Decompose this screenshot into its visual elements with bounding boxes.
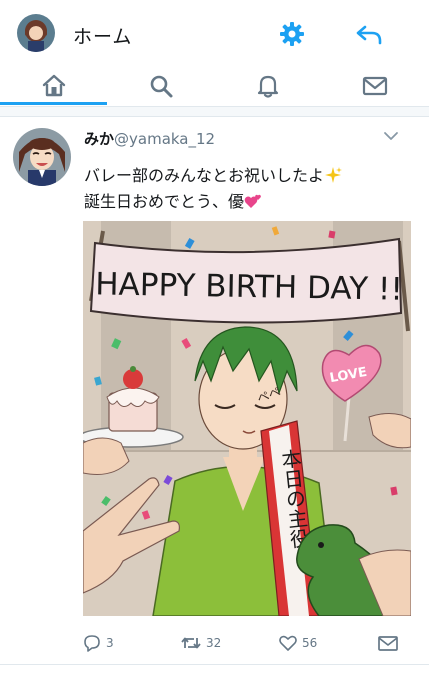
two-hearts-icon — [244, 194, 261, 208]
tweet-header: みか@yamaka_12 — [84, 128, 215, 149]
author-name[interactable]: みか — [84, 130, 114, 148]
heart-icon — [279, 635, 297, 651]
retweet-button[interactable]: 32 — [180, 628, 221, 658]
mail-icon — [378, 636, 398, 651]
top-bar: ホーム — [0, 0, 429, 68]
mail-icon — [362, 76, 387, 96]
tweet-divider — [0, 664, 429, 665]
tweet-text-line-2: 誕生日おめでとう、優 — [84, 188, 262, 212]
like-count: 56 — [302, 636, 318, 650]
direct-message-button[interactable] — [377, 628, 399, 658]
retweet-count: 32 — [206, 636, 222, 650]
page-title: ホーム — [73, 26, 133, 48]
chevron-down-icon[interactable] — [381, 126, 401, 146]
tab-bar — [0, 68, 429, 107]
tweet-image[interactable]: HAPPY BIRTH DAY !! ペペ 本日の主役 LOVE — [83, 221, 411, 616]
search-icon — [150, 75, 172, 98]
tab-messages[interactable] — [321, 68, 428, 104]
like-button[interactable]: 56 — [278, 628, 317, 658]
tweet-text-2: 誕生日おめでとう、優 — [84, 192, 245, 211]
tweet-text-1: バレー部のみんなとお祝いしたよ — [84, 166, 325, 185]
home-icon — [42, 74, 65, 97]
author-handle[interactable]: @yamaka_12 — [114, 130, 215, 148]
retweet-icon — [181, 637, 201, 649]
reply-icon — [84, 635, 100, 652]
profile-avatar[interactable] — [17, 14, 55, 52]
sparkles-icon — [325, 167, 343, 183]
section-divider — [0, 107, 429, 117]
tab-home[interactable] — [0, 68, 107, 105]
gear-icon[interactable] — [278, 20, 306, 48]
bell-icon — [257, 75, 278, 98]
reply-count: 3 — [106, 636, 114, 650]
tweet-actions: 3 32 56 — [0, 628, 429, 658]
reply-button[interactable]: 3 — [82, 628, 114, 658]
back-arrow-icon[interactable] — [355, 21, 383, 49]
banner-text: HAPPY BIRTH DAY !! — [95, 266, 403, 307]
active-tab-indicator — [0, 102, 107, 105]
tab-search[interactable] — [107, 68, 214, 104]
tweet-text-line-1: バレー部のみんなとお祝いしたよ — [84, 162, 343, 186]
tweet-author-avatar[interactable] — [13, 128, 71, 186]
tab-notifications[interactable] — [214, 68, 321, 104]
